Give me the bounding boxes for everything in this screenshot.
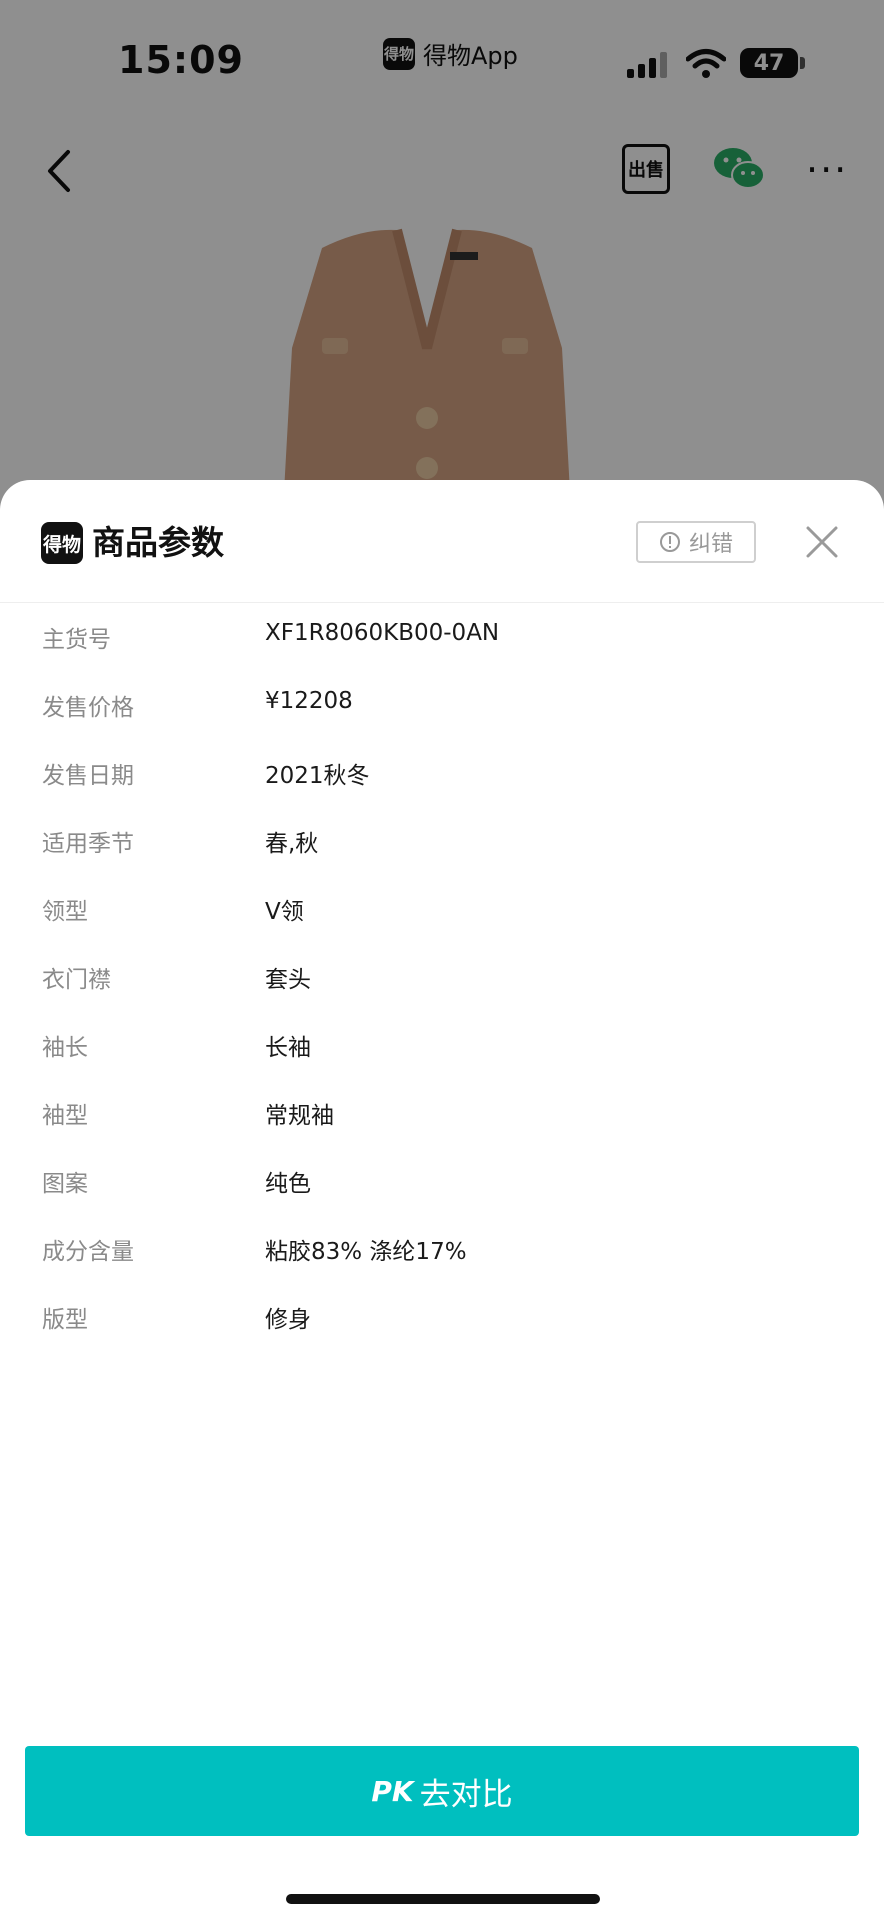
param-value: 常规袖 [265,1103,334,1129]
param-row: 衣门襟 套头 [0,942,884,1010]
product-params-sheet: 得物 商品参数 纠错 主货号 XF1R8060KB00-0AN 发售价格 ¥12… [0,480,884,1920]
param-value: V领 [265,899,304,925]
alert-circle-icon [659,532,680,552]
param-key: 图案 [42,1171,88,1197]
param-row: 领型 V领 [0,874,884,942]
param-key: 衣门襟 [42,967,111,993]
param-key: 成分含量 [42,1239,134,1265]
close-icon[interactable] [802,522,842,562]
param-value: 套头 [265,967,311,993]
param-key: 发售日期 [42,763,134,789]
param-key: 袖型 [42,1103,88,1129]
param-value: 春,秋 [265,831,319,857]
param-row: 袖型 常规袖 [0,1078,884,1146]
param-value: ¥12208 [265,688,353,714]
pk-compare-label: 去对比 [419,1776,513,1813]
report-error-label: 纠错 [688,532,733,557]
param-key: 主货号 [42,627,111,653]
param-row: 图案 纯色 [0,1146,884,1214]
param-value: XF1R8060KB00-0AN [265,620,500,646]
param-value: 纯色 [265,1171,311,1197]
brand-logo-icon: 得物 [41,522,83,564]
param-key: 领型 [42,899,88,925]
param-key: 发售价格 [42,695,134,721]
param-row: 版型 修身 [0,1282,884,1350]
param-value: 粘胶83% 涤纶17% [265,1239,467,1265]
param-row: 主货号 XF1R8060KB00-0AN [0,602,884,670]
param-row: 成分含量 粘胶83% 涤纶17% [0,1214,884,1282]
sheet-title: 商品参数 [92,523,224,562]
pk-compare-button[interactable]: PK 去对比 [25,1746,859,1836]
param-row: 发售价格 ¥12208 [0,670,884,738]
param-key: 适用季节 [42,831,134,857]
params-list: 主货号 XF1R8060KB00-0AN 发售价格 ¥12208 发售日期 20… [0,602,884,1350]
pk-tag: PK [371,1774,414,1808]
report-error-button[interactable]: 纠错 [636,521,756,563]
param-row: 袖长 长袖 [0,1010,884,1078]
param-key: 袖长 [42,1035,88,1061]
param-key: 版型 [42,1307,88,1333]
param-row: 发售日期 2021秋冬 [0,738,884,806]
param-value: 2021秋冬 [265,763,370,789]
home-indicator[interactable] [286,1894,600,1904]
param-value: 长袖 [265,1035,311,1061]
sheet-header: 得物 商品参数 纠错 [0,480,884,603]
param-row: 适用季节 春,秋 [0,806,884,874]
param-value: 修身 [265,1307,311,1333]
